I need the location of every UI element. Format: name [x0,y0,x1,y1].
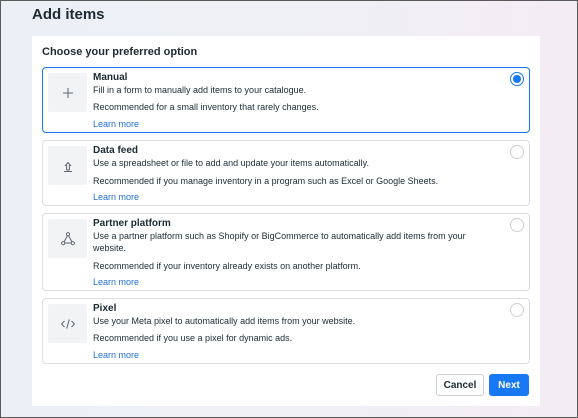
option-manual[interactable]: Manual Fill in a form to manually add it… [42,67,530,133]
page-title: Add items [32,6,105,23]
option-title: Manual [93,72,128,83]
option-recommendation: Recommended if you use a pixel for dynam… [93,333,293,343]
option-description: Fill in a form to manually add items to … [93,85,307,95]
learn-more-link[interactable]: Learn more [93,277,139,287]
option-title: Data feed [93,145,139,156]
upload-icon [48,146,87,185]
plus-icon [48,73,87,112]
learn-more-link[interactable]: Learn more [93,192,139,202]
radio-pixel[interactable] [510,303,524,317]
radio-partner-platform[interactable] [510,218,524,232]
option-pixel[interactable]: Pixel Use your Meta pixel to automatical… [42,298,530,364]
option-data-feed[interactable]: Data feed Use a spreadsheet or file to a… [42,140,530,206]
code-icon [48,304,87,343]
next-button[interactable]: Next [489,374,529,396]
learn-more-link[interactable]: Learn more [93,350,139,360]
option-description: Use your Meta pixel to automatically add… [93,316,356,326]
option-description: Use a spreadsheet or file to add and upd… [93,158,369,168]
section-title: Choose your preferred option [42,46,198,58]
radio-data-feed[interactable] [510,145,524,159]
options-panel: Choose your preferred option Manual Fill… [32,36,540,406]
option-partner-platform[interactable]: Partner platform Use a partner platform … [42,213,530,291]
option-recommendation: Recommended for a small inventory that r… [93,102,319,112]
cancel-button[interactable]: Cancel [436,374,484,396]
option-recommendation: Recommended if your inventory already ex… [93,261,361,271]
learn-more-link[interactable]: Learn more [93,119,139,129]
option-recommendation: Recommended if you manage inventory in a… [93,176,439,186]
network-icon [48,219,87,258]
option-title: Pixel [93,303,117,314]
radio-manual[interactable] [510,72,524,86]
option-description: Use a partner platform such as Shopify o… [93,231,466,253]
option-title: Partner platform [93,218,171,229]
